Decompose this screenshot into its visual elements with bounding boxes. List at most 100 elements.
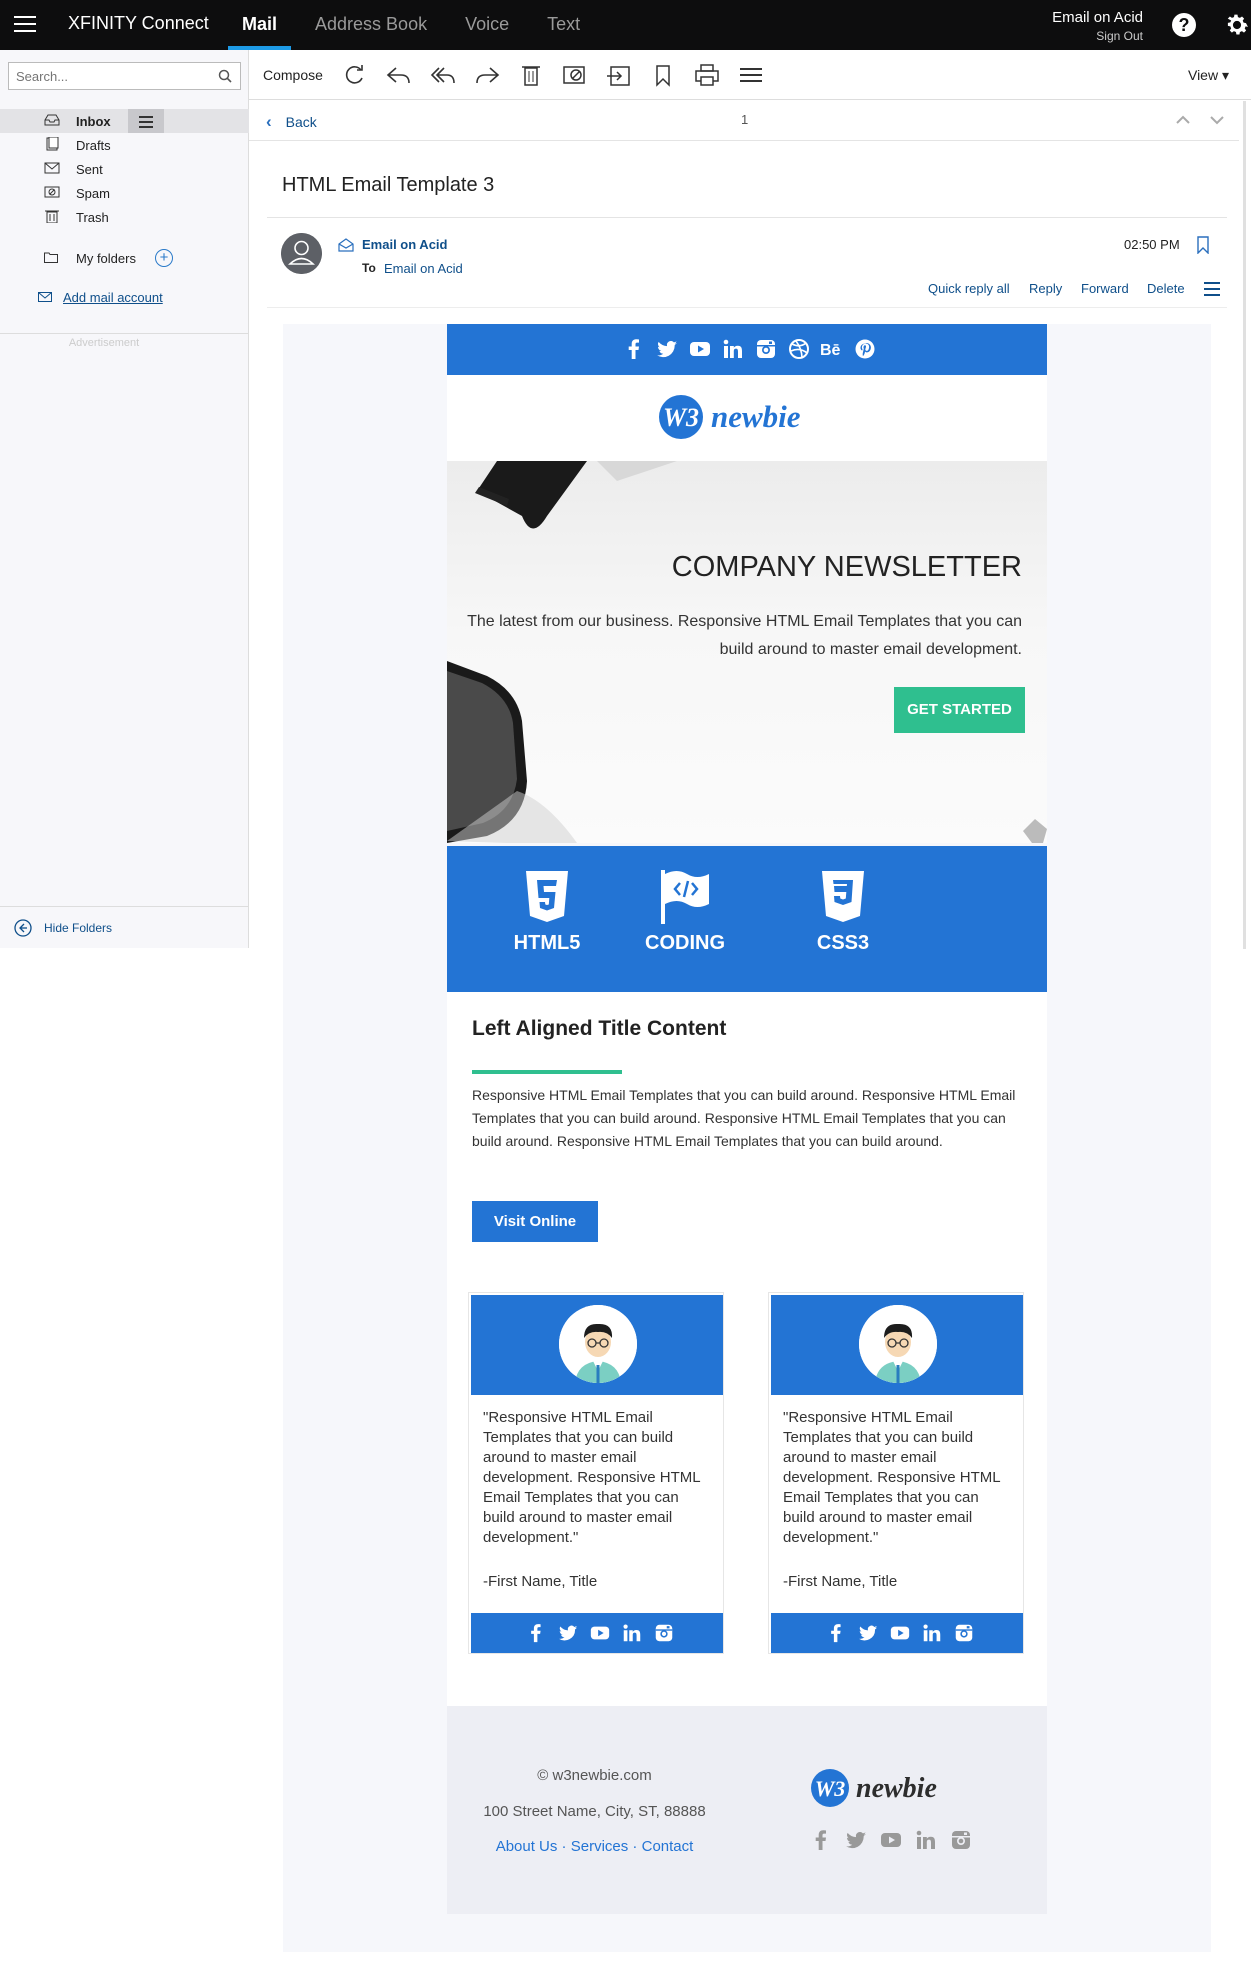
- avatar: [281, 233, 322, 274]
- scrollbar[interactable]: [1243, 101, 1246, 949]
- footer-link-services[interactable]: Services: [571, 1838, 629, 1855]
- folder-drafts[interactable]: Drafts: [0, 133, 249, 157]
- testimonial-quote: "Responsive HTML Email Templates that yo…: [483, 1409, 701, 1546]
- back-button[interactable]: ‹ Back: [266, 112, 317, 132]
- twitter-icon[interactable]: [557, 1622, 579, 1644]
- folder-spam[interactable]: Spam: [0, 181, 249, 205]
- forward-icon[interactable]: [473, 62, 501, 88]
- sender-name[interactable]: Email on Acid: [362, 237, 447, 252]
- top-nav: Mail Address Book Voice Text: [228, 0, 604, 50]
- instagram-icon[interactable]: [653, 1622, 675, 1644]
- message-subject: HTML Email Template 3: [282, 174, 495, 196]
- instagram-icon[interactable]: [949, 1828, 973, 1852]
- nav-voice[interactable]: Voice: [451, 0, 523, 50]
- hide-folders-button[interactable]: Hide Folders: [14, 919, 112, 937]
- facebook-icon[interactable]: [809, 1828, 833, 1852]
- twitter-icon[interactable]: [844, 1828, 868, 1852]
- hero-title: COMPANY NEWSLETTER: [671, 551, 1022, 583]
- search-input[interactable]: [9, 63, 209, 89]
- pinterest-icon[interactable]: [853, 337, 877, 361]
- testimonial-card: "Responsive HTML Email Templates that yo…: [768, 1292, 1024, 1654]
- logo-row: W3 newbie: [447, 375, 1047, 461]
- youtube-icon[interactable]: [889, 1622, 911, 1644]
- reply-button[interactable]: Reply: [1029, 281, 1062, 296]
- linkedin-icon[interactable]: [721, 337, 745, 361]
- gear-icon[interactable]: [1223, 11, 1251, 39]
- w3newbie-logo[interactable]: W3 newbie: [809, 1763, 969, 1813]
- sign-out-link[interactable]: Sign Out: [1052, 29, 1143, 43]
- section-body: Responsive HTML Email Templates that you…: [472, 1087, 1016, 1149]
- recipient-name[interactable]: Email on Acid: [384, 261, 463, 276]
- help-icon[interactable]: ?: [1172, 13, 1196, 37]
- view-dropdown[interactable]: View ▾: [1188, 67, 1229, 84]
- svg-text:newbie: newbie: [856, 1773, 937, 1804]
- svg-text:W3: W3: [663, 403, 699, 432]
- folder-trash[interactable]: Trash: [0, 205, 249, 229]
- folder-menu-icon[interactable]: [128, 109, 164, 133]
- dribbble-icon[interactable]: [787, 337, 811, 361]
- nav-mail[interactable]: Mail: [228, 0, 292, 50]
- print-icon[interactable]: [693, 62, 721, 88]
- linkedin-icon[interactable]: [914, 1828, 938, 1852]
- nav-address-book[interactable]: Address Book: [301, 0, 441, 50]
- chevron-up-icon[interactable]: [1173, 111, 1193, 129]
- add-mail-account-link[interactable]: Add mail account: [38, 290, 163, 305]
- testimonial-attribution: -First Name, Title: [483, 1573, 598, 1590]
- facebook-icon[interactable]: [525, 1622, 547, 1644]
- youtube-icon[interactable]: [589, 1622, 611, 1644]
- divider: [267, 307, 1227, 308]
- move-icon[interactable]: [605, 62, 633, 88]
- my-folders-label: My folders: [76, 251, 136, 266]
- chevron-left-icon: ‹: [266, 112, 272, 131]
- card-social-bar: [771, 1613, 1023, 1653]
- forward-button[interactable]: Forward: [1081, 281, 1129, 296]
- facebook-icon[interactable]: [622, 337, 646, 361]
- chevron-down-icon[interactable]: [1207, 111, 1227, 129]
- linkedin-icon[interactable]: [921, 1622, 943, 1644]
- more-icon[interactable]: [737, 62, 765, 88]
- svg-text:W3: W3: [815, 1776, 846, 1801]
- main-menu-icon[interactable]: [14, 16, 36, 32]
- add-folder-icon[interactable]: +: [155, 249, 173, 267]
- nav-text[interactable]: Text: [533, 0, 594, 50]
- quick-reply-all-button[interactable]: Quick reply all: [928, 281, 1010, 296]
- inbox-icon: [44, 114, 60, 126]
- mark-spam-icon[interactable]: [561, 62, 589, 88]
- search-icon[interactable]: [218, 69, 232, 83]
- features-bar: HTML5 CODING CSS3: [447, 846, 1047, 992]
- instagram-icon[interactable]: [754, 337, 778, 361]
- twitter-icon[interactable]: [655, 337, 679, 361]
- social-bar: Bē: [447, 324, 1047, 375]
- facebook-icon[interactable]: [825, 1622, 847, 1644]
- reply-all-icon[interactable]: [429, 62, 457, 88]
- message-menu-icon[interactable]: [1204, 282, 1220, 296]
- bookmark-icon[interactable]: [649, 62, 677, 88]
- footer-link-contact[interactable]: Contact: [642, 1838, 694, 1855]
- behance-icon[interactable]: Bē: [820, 337, 844, 361]
- add-mail-account-label: Add mail account: [63, 290, 163, 305]
- instagram-icon[interactable]: [953, 1622, 975, 1644]
- w3newbie-logo[interactable]: W3 newbie: [657, 389, 837, 445]
- twitter-icon[interactable]: [857, 1622, 879, 1644]
- delete-icon[interactable]: [517, 62, 545, 88]
- bookmark-icon[interactable]: [1196, 236, 1210, 254]
- linkedin-icon[interactable]: [621, 1622, 643, 1644]
- youtube-icon[interactable]: [879, 1828, 903, 1852]
- footer-links: About Us · Services · Contact: [447, 1838, 742, 1855]
- footer-link-about[interactable]: About Us: [496, 1838, 558, 1855]
- folder-icon: [44, 252, 58, 263]
- folder-inbox[interactable]: Inbox: [0, 109, 249, 133]
- my-folders[interactable]: My folders +: [0, 246, 249, 270]
- folder-sent[interactable]: Sent: [0, 157, 249, 181]
- get-started-button[interactable]: GET STARTED: [894, 687, 1025, 733]
- refresh-icon[interactable]: [341, 62, 369, 88]
- user-name: Email on Acid: [1052, 9, 1143, 26]
- compose-button[interactable]: Compose: [263, 67, 323, 83]
- delete-button[interactable]: Delete: [1147, 281, 1185, 296]
- youtube-icon[interactable]: [688, 337, 712, 361]
- arrow-left-circle-icon: [14, 919, 32, 937]
- open-envelope-icon: [338, 238, 354, 252]
- reply-icon[interactable]: [385, 62, 413, 88]
- footer-address: 100 Street Name, City, ST, 88888: [483, 1803, 706, 1820]
- visit-online-button[interactable]: Visit Online: [472, 1201, 598, 1242]
